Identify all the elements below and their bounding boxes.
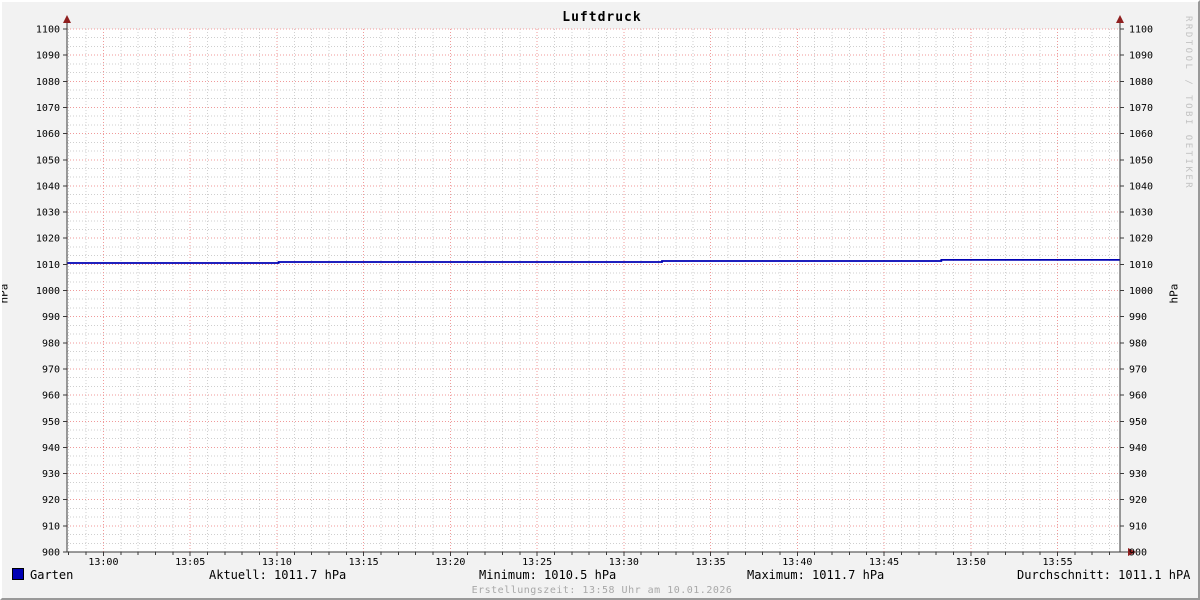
- y-axis-tick-label-left: 1080: [36, 77, 60, 88]
- y-axis-tick-label-right: 1040: [1129, 181, 1153, 192]
- x-axis-tick-label: 13:50: [956, 557, 986, 568]
- y-axis-tick-label-left: 960: [42, 391, 60, 402]
- y-axis-tick-label-right: 930: [1129, 469, 1147, 480]
- y-axis-tick-label-right: 960: [1129, 391, 1147, 402]
- y-axis-tick-label-left: 1010: [36, 260, 60, 271]
- y-axis-tick-label-left: 900: [42, 548, 60, 559]
- y-axis-unit-label-left: hPa: [0, 283, 11, 304]
- y-axis-tick-label-left: 1040: [36, 181, 60, 192]
- x-axis-tick-label: 13:15: [349, 557, 379, 568]
- y-axis-tick-label-right: 1030: [1129, 208, 1153, 219]
- y-axis-tick-label-left: 1060: [36, 129, 60, 140]
- x-axis-tick-label: 13:25: [522, 557, 552, 568]
- y-axis-tick-label-left: 970: [42, 364, 60, 375]
- legend-series: Garten: [12, 568, 73, 582]
- x-axis-tick-label: 13:00: [88, 557, 118, 568]
- y-axis-tick-label-left: 950: [42, 417, 60, 428]
- x-axis-tick-label: 13:05: [175, 557, 205, 568]
- y-axis-tick-label-right: 1080: [1129, 77, 1153, 88]
- y-axis-tick-label-left: 1000: [36, 286, 60, 297]
- x-axis-tick-label: 13:45: [869, 557, 899, 568]
- creation-timestamp: Erstellungszeit: 13:58 Uhr am 10.01.2026: [471, 585, 733, 596]
- series-label: Garten: [30, 568, 74, 582]
- y-axis-tick-label-left: 1050: [36, 155, 60, 166]
- y-axis-tick-label-right: 1000: [1129, 286, 1153, 297]
- y-axis-tick-label-right: 1020: [1129, 234, 1153, 245]
- y-axis-tick-label-right: 1090: [1129, 51, 1153, 62]
- y-axis-tick-label-right: 900: [1129, 548, 1147, 559]
- y-axis-tick-label-right: 970: [1129, 364, 1147, 375]
- y-axis-tick-label-right: 990: [1129, 312, 1147, 323]
- y-axis-tick-label-right: 1070: [1129, 103, 1153, 114]
- y-axis-tick-label-left: 990: [42, 312, 60, 323]
- y-axis-tick-label-right: 1060: [1129, 129, 1153, 140]
- series-color-swatch: [12, 568, 24, 580]
- y-axis-tick-label-right: 980: [1129, 338, 1147, 349]
- y-axis-tick-label-left: 1100: [36, 25, 60, 36]
- x-axis-tick-label: 13:10: [262, 557, 292, 568]
- stat-aktuell: Aktuell: 1011.7 hPa: [209, 568, 347, 582]
- x-axis-tick-label: 13:40: [782, 557, 812, 568]
- y-axis-tick-label-left: 1020: [36, 234, 60, 245]
- y-axis-tick-label-right: 1010: [1129, 260, 1153, 271]
- pressure-chart: 900 900 910 910 920 920 930 930 940 940 950 950 960 9…: [36, 15, 1153, 568]
- x-axis-tick-label: 13:20: [435, 557, 465, 568]
- rrdtool-graph: 900 900 910 910 920 920 930 930 940 940 950 950 960 9…: [0, 0, 1200, 600]
- y-axis-tick-label-right: 1050: [1129, 155, 1153, 166]
- y-axis-tick-label-right: 940: [1129, 443, 1147, 454]
- y-axis-tick-label-right: 920: [1129, 495, 1147, 506]
- y-axis-tick-label-left: 940: [42, 443, 60, 454]
- y-axis-tick-label-left: 930: [42, 469, 60, 480]
- x-axis-tick-label: 13:35: [696, 557, 726, 568]
- x-axis-tick-label: 13:30: [609, 557, 639, 568]
- rrdtool-watermark: RRDTOOL / TOBI OETIKER: [1183, 16, 1193, 191]
- y-axis-unit-label-right: hPa: [1167, 283, 1181, 304]
- stat-minimum: Minimum: 1010.5 hPa: [479, 568, 617, 582]
- y-axis-tick-label-left: 920: [42, 495, 60, 506]
- legend: Garten Aktuell: 1011.7 hPa Minimum: 1010…: [2, 568, 1198, 584]
- stat-maximum: Maximum: 1011.7 hPa: [747, 568, 885, 582]
- y-axis-tick-label-left: 980: [42, 338, 60, 349]
- y-axis-tick-label-left: 1090: [36, 51, 60, 62]
- y-axis-tick-label-left: 1070: [36, 103, 60, 114]
- y-axis-tick-label-right: 910: [1129, 521, 1147, 532]
- y-axis-tick-label-right: 1100: [1129, 25, 1153, 36]
- x-axis-tick-label: 13:55: [1042, 557, 1072, 568]
- y-axis-tick-label-left: 1030: [36, 208, 60, 219]
- y-axis-tick-label-left: 910: [42, 521, 60, 532]
- stat-durchschnitt: Durchschnitt: 1011.1 hPA: [1017, 568, 1191, 582]
- y-axis-tick-label-right: 950: [1129, 417, 1147, 428]
- chart-title: Luftdruck: [562, 10, 642, 25]
